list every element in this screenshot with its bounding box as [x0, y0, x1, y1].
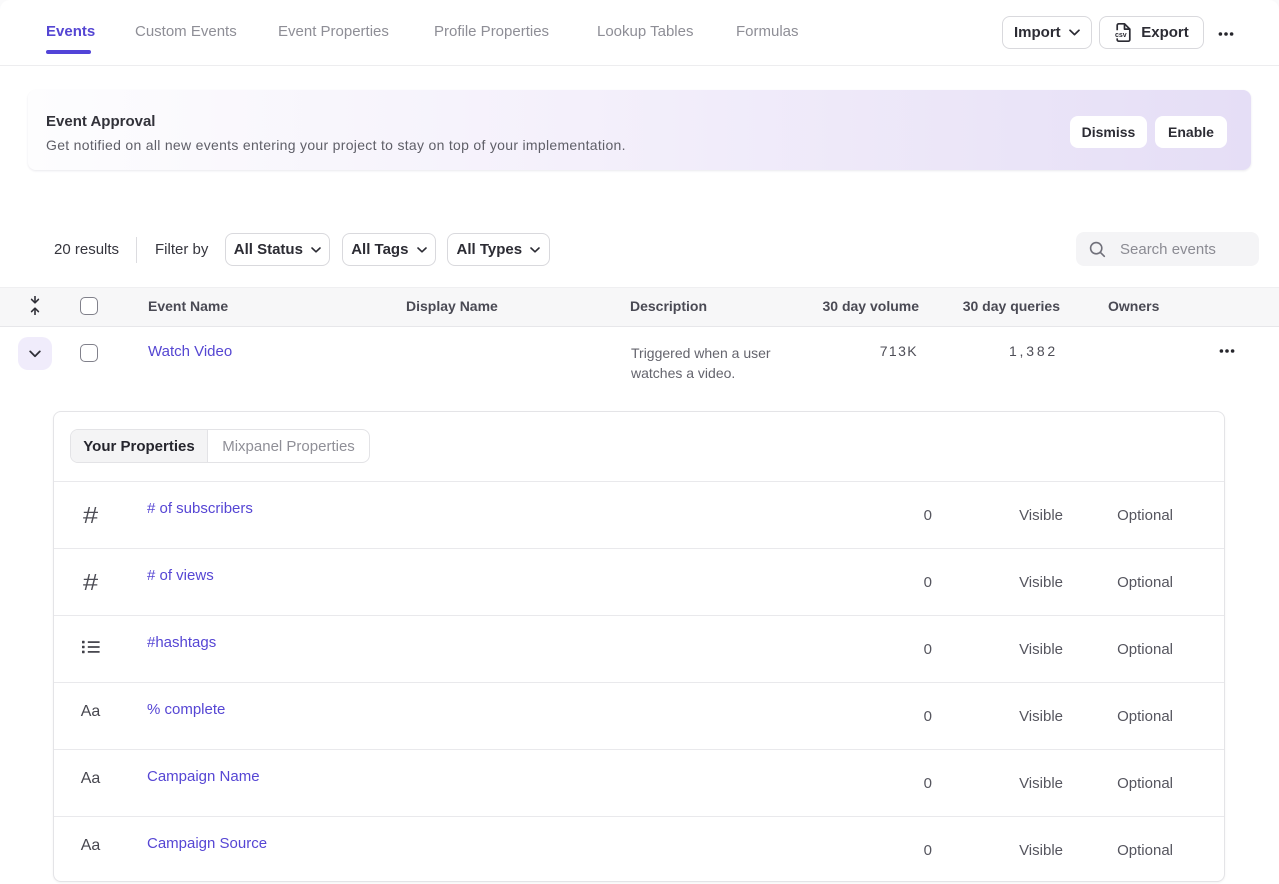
- svg-text:csv: csv: [1115, 32, 1127, 39]
